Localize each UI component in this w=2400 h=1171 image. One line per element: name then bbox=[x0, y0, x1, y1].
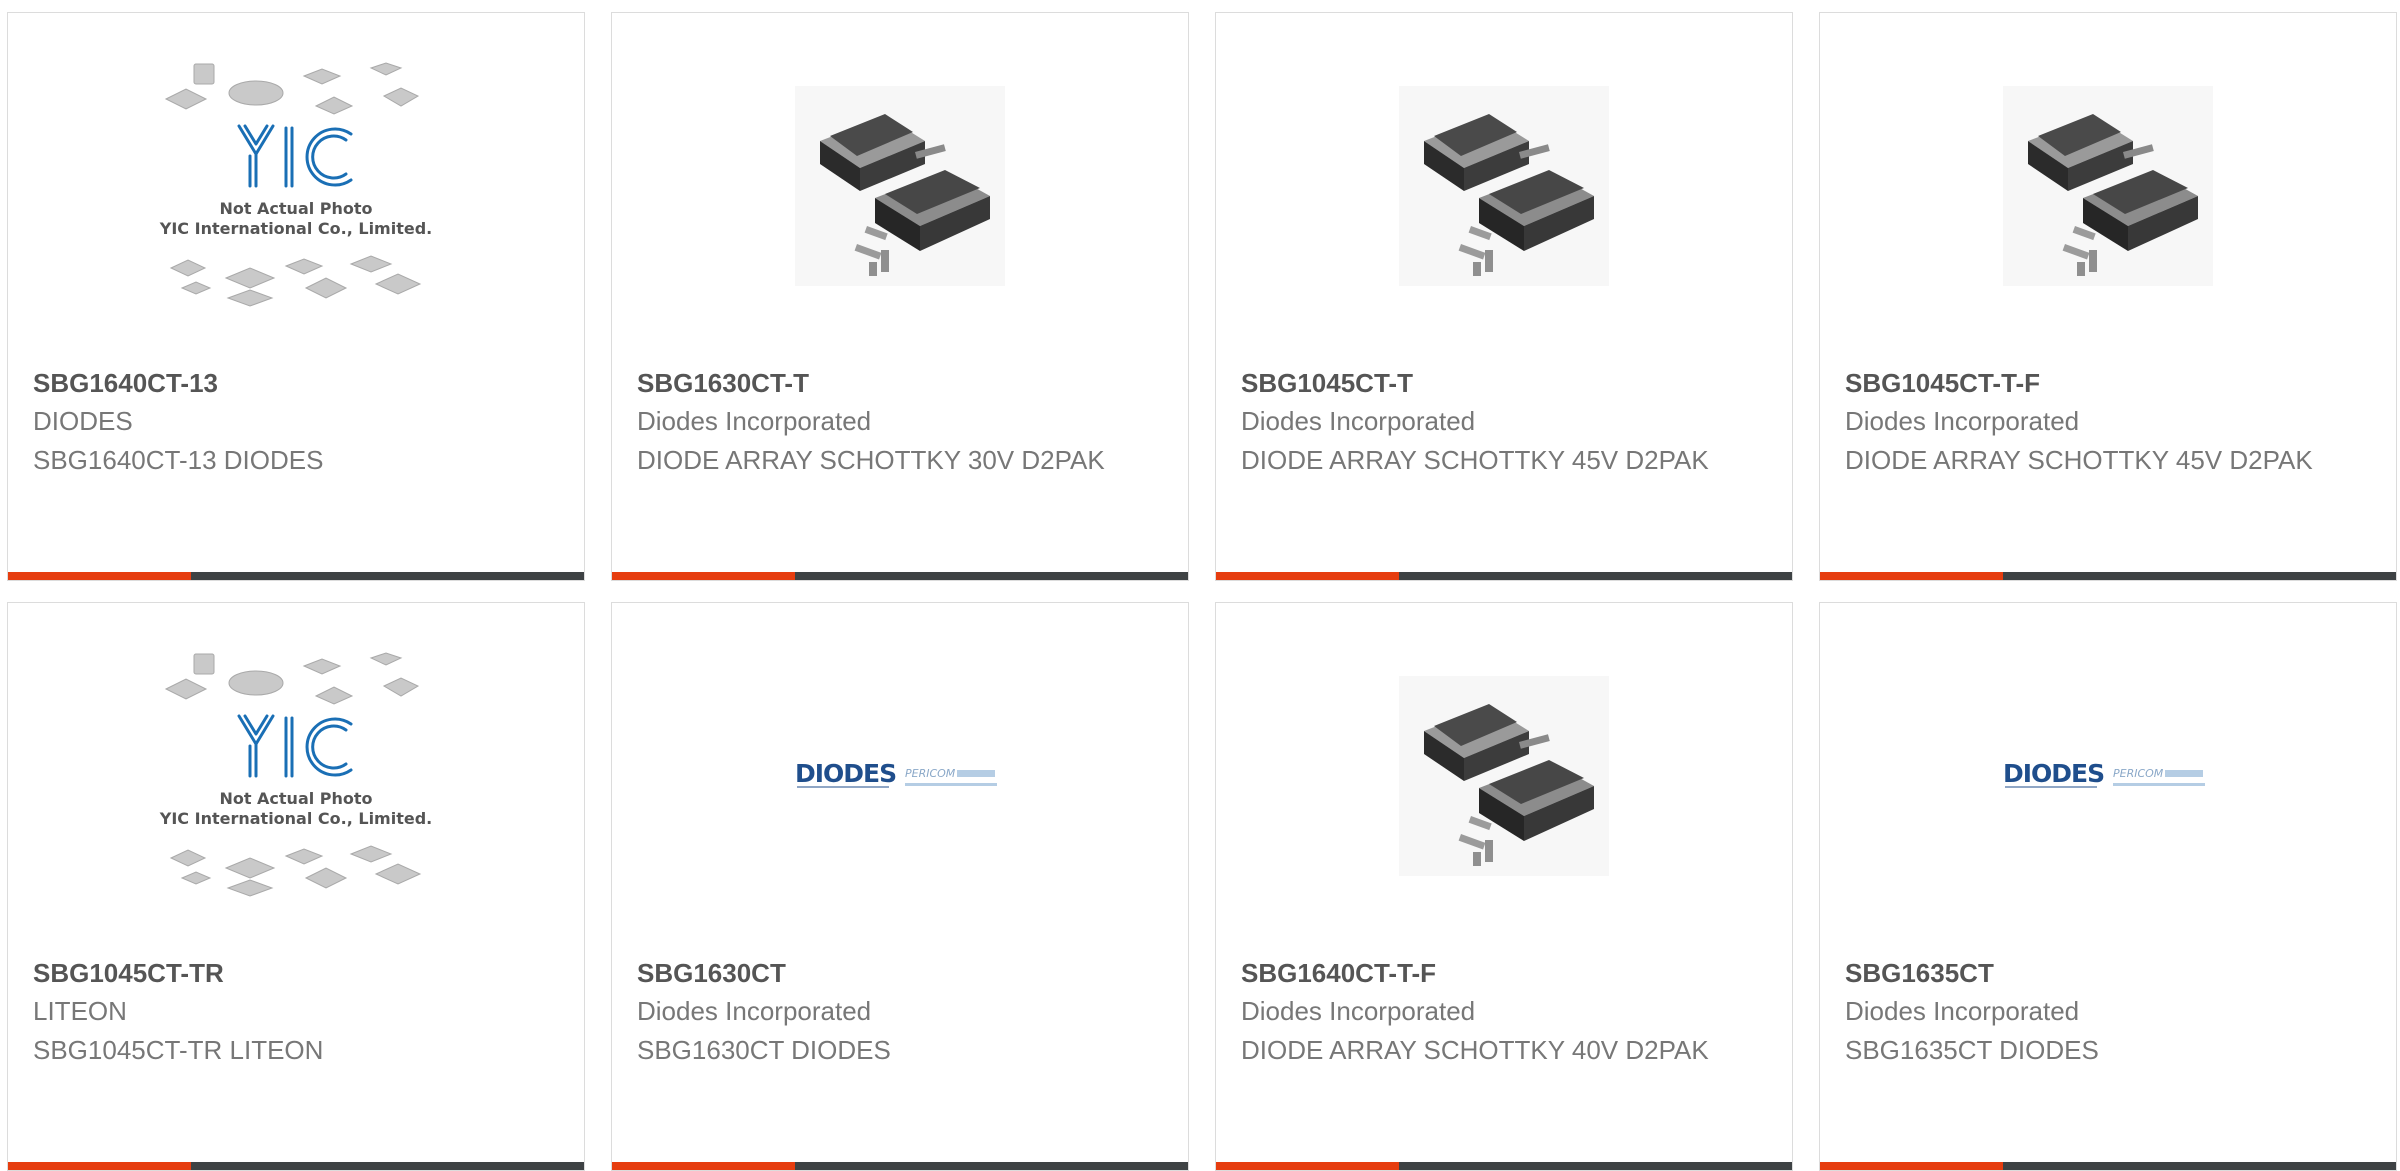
yic-placeholder-image: Not Actual Photo YIC International Co., … bbox=[159, 651, 432, 897]
card-accent-bar bbox=[8, 572, 191, 580]
card-bottom-bar bbox=[1820, 572, 2396, 580]
product-description: DIODE ARRAY SCHOTTKY 45V D2PAK bbox=[1845, 445, 2313, 475]
product-part-number[interactable]: SBG1045CT-T bbox=[1241, 368, 1413, 399]
product-card[interactable]: Not Actual Photo YIC International Co., … bbox=[7, 12, 585, 581]
product-image[interactable] bbox=[1820, 13, 2396, 358]
product-description: SBG1045CT-TR LITEON bbox=[33, 1035, 324, 1065]
diodes-logo-image: DIODES PERICOM bbox=[2003, 759, 2205, 788]
product-manufacturer: Diodes Incorporated bbox=[1845, 406, 2080, 436]
d2pak-package-image bbox=[2003, 85, 2213, 286]
product-manufacturer: Diodes Incorporated bbox=[637, 996, 872, 1026]
product-description: DIODE ARRAY SCHOTTKY 45V D2PAK bbox=[1241, 445, 1709, 475]
product-card[interactable]: DIODES PERICOM SBG1630CT Diodes Incorpora… bbox=[611, 602, 1189, 1171]
card-bottom-bar bbox=[8, 1162, 584, 1170]
product-card[interactable]: SBG1630CT-T Diodes Incorporated DIODE ARRA… bbox=[611, 12, 1189, 581]
product-image[interactable]: Not Actual Photo YIC International Co., … bbox=[8, 603, 584, 948]
product-manufacturer: DIODES bbox=[33, 406, 133, 436]
yic-placeholder-image: Not Actual Photo YIC International Co., … bbox=[159, 61, 432, 307]
svg-text:YIC International Co., Limited: YIC International Co., Limited. bbox=[159, 219, 432, 238]
d2pak-package-image bbox=[1399, 675, 1609, 876]
product-card[interactable]: DIODES PERICOM SBG1635CT Diodes Incorpora… bbox=[1819, 602, 2397, 1171]
product-description: SBG1635CT DIODES bbox=[1845, 1035, 2099, 1065]
card-bottom-bar bbox=[8, 572, 584, 580]
product-description: DIODE ARRAY SCHOTTKY 30V D2PAK bbox=[637, 445, 1105, 475]
svg-text:YIC International Co., Limited: YIC International Co., Limited. bbox=[159, 809, 432, 828]
card-accent-bar bbox=[1216, 1162, 1399, 1170]
diodes-logo-image: DIODES PERICOM bbox=[795, 759, 997, 788]
product-image[interactable] bbox=[1216, 603, 1792, 948]
product-manufacturer: Diodes Incorporated bbox=[1241, 406, 1476, 436]
card-accent-bar bbox=[612, 1162, 795, 1170]
product-description: SBG1640CT-13 DIODES bbox=[33, 445, 324, 475]
product-part-number[interactable]: SBG1630CT-T bbox=[637, 368, 809, 399]
card-bottom-bar bbox=[612, 572, 1188, 580]
card-accent-bar bbox=[1216, 572, 1399, 580]
product-part-number[interactable]: SBG1045CT-TR bbox=[33, 958, 224, 989]
card-accent-bar bbox=[612, 572, 795, 580]
product-part-number[interactable]: SBG1640CT-13 bbox=[33, 368, 218, 399]
product-image[interactable]: Not Actual Photo YIC International Co., … bbox=[8, 13, 584, 358]
yic-logo-icon bbox=[237, 714, 353, 777]
product-image[interactable]: DIODES PERICOM bbox=[612, 603, 1188, 948]
card-bottom-bar bbox=[1216, 572, 1792, 580]
product-card[interactable]: SBG1045CT-T-F Diodes Incorporated DIODE AR… bbox=[1819, 12, 2397, 581]
product-card[interactable]: SBG1640CT-T-F Diodes Incorporated DIODE AR… bbox=[1215, 602, 1793, 1171]
yic-logo-icon bbox=[237, 124, 353, 187]
product-part-number[interactable]: SBG1635CT bbox=[1845, 958, 1994, 989]
product-manufacturer: Diodes Incorporated bbox=[637, 406, 872, 436]
card-bottom-bar bbox=[612, 1162, 1188, 1170]
product-card[interactable]: Not Actual Photo YIC International Co., … bbox=[7, 602, 585, 1171]
product-card[interactable]: SBG1045CT-T Diodes Incorporated DIODE ARRA… bbox=[1215, 12, 1793, 581]
product-description: SBG1630CT DIODES bbox=[637, 1035, 891, 1065]
card-bottom-bar bbox=[1216, 1162, 1792, 1170]
product-image[interactable]: DIODES PERICOM bbox=[1820, 603, 2396, 948]
product-manufacturer: Diodes Incorporated bbox=[1845, 996, 2080, 1026]
svg-text:DIODES: DIODES bbox=[2003, 759, 2104, 788]
svg-text:DIODES: DIODES bbox=[795, 759, 896, 788]
product-part-number[interactable]: SBG1045CT-T-F bbox=[1845, 368, 2040, 399]
svg-text:Not Actual Photo: Not Actual Photo bbox=[219, 199, 372, 218]
product-grid: Not Actual Photo YIC International Co., … bbox=[0, 0, 2400, 1171]
product-image[interactable] bbox=[1216, 13, 1792, 358]
card-accent-bar bbox=[1820, 1162, 2003, 1170]
product-manufacturer: Diodes Incorporated bbox=[1241, 996, 1476, 1026]
d2pak-package-image bbox=[795, 85, 1005, 286]
product-manufacturer: LITEON bbox=[33, 996, 127, 1026]
product-part-number[interactable]: SBG1630CT bbox=[637, 958, 786, 989]
card-accent-bar bbox=[1820, 572, 2003, 580]
svg-text:PERICOM: PERICOM bbox=[905, 767, 956, 780]
svg-text:PERICOM: PERICOM bbox=[2113, 767, 2164, 780]
product-part-number[interactable]: SBG1640CT-T-F bbox=[1241, 958, 1436, 989]
svg-text:Not Actual Photo: Not Actual Photo bbox=[219, 789, 372, 808]
d2pak-package-image bbox=[1399, 85, 1609, 286]
card-accent-bar bbox=[8, 1162, 191, 1170]
card-bottom-bar bbox=[1820, 1162, 2396, 1170]
product-image[interactable] bbox=[612, 13, 1188, 358]
product-description: DIODE ARRAY SCHOTTKY 40V D2PAK bbox=[1241, 1035, 1709, 1065]
